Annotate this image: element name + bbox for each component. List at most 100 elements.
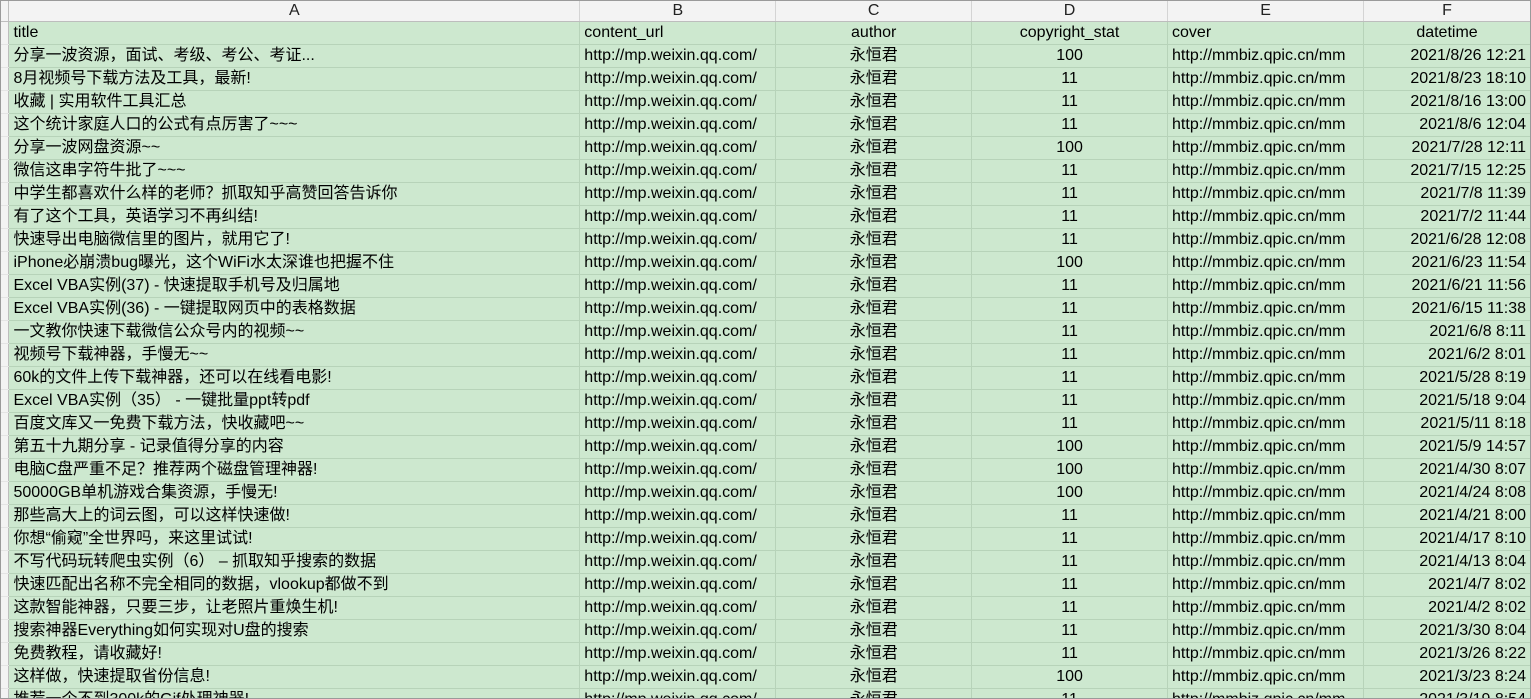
row-header[interactable] (0, 343, 10, 367)
cell-title[interactable]: 分享一波网盘资源~~ (8, 136, 581, 160)
row-header[interactable] (0, 412, 10, 436)
cell-title[interactable]: 电脑C盘严重不足？推荐两个磁盘管理神器! (8, 458, 581, 482)
row-header[interactable] (0, 44, 10, 68)
cell-author[interactable]: 永恒君 (775, 44, 973, 68)
cell-title[interactable]: 8月视频号下载方法及工具，最新! (8, 67, 581, 91)
cell-datetime[interactable]: 2021/4/2 8:02 (1363, 596, 1531, 620)
cell-author[interactable]: 永恒君 (775, 665, 973, 689)
cell-datetime[interactable]: 2021/3/19 8:54 (1363, 688, 1531, 699)
row-header[interactable] (0, 113, 10, 137)
cell-title[interactable]: 这款智能神器，只要三步，让老照片重焕生机! (8, 596, 581, 620)
cell-title[interactable]: 那些高大上的词云图，可以这样快速做! (8, 504, 581, 528)
cell-title[interactable]: 微信这串字符牛批了~~~ (8, 159, 581, 183)
cell-title[interactable]: 不写代码玩转爬虫实例（6） – 抓取知乎搜索的数据 (8, 550, 581, 574)
cell-copyright-stat[interactable]: 11 (971, 366, 1169, 390)
cell-copyright-stat[interactable]: 11 (971, 113, 1169, 137)
cell-title[interactable]: 推荐一个不到300k的Gif处理神器! (8, 688, 581, 699)
column-header-b[interactable]: B (579, 0, 777, 22)
cell-datetime[interactable]: 2021/5/18 9:04 (1363, 389, 1531, 413)
cell-author[interactable]: 永恒君 (775, 113, 973, 137)
cell-cover[interactable]: http://mmbiz.qpic.cn/mm (1167, 504, 1365, 528)
cell-title[interactable]: 60k的文件上传下载神器，还可以在线看电影! (8, 366, 581, 390)
cell-content-url[interactable]: http://mp.weixin.qq.com/ (579, 665, 777, 689)
cell-datetime[interactable]: 2021/5/9 14:57 (1363, 435, 1531, 459)
cell-author[interactable]: 永恒君 (775, 527, 973, 551)
cell-content-url[interactable]: http://mp.weixin.qq.com/ (579, 481, 777, 505)
row-header[interactable] (0, 366, 10, 390)
cell-title[interactable]: 你想“偷窥”全世界吗，来这里试试! (8, 527, 581, 551)
row-header[interactable] (0, 182, 10, 206)
cell-cover[interactable]: http://mmbiz.qpic.cn/mm (1167, 389, 1365, 413)
cell-cover[interactable]: http://mmbiz.qpic.cn/mm (1167, 665, 1365, 689)
header-cell-cover[interactable]: cover (1167, 21, 1365, 45)
cell-content-url[interactable]: http://mp.weixin.qq.com/ (579, 274, 777, 298)
row-header[interactable] (0, 619, 10, 643)
cell-content-url[interactable]: http://mp.weixin.qq.com/ (579, 458, 777, 482)
cell-copyright-stat[interactable]: 11 (971, 274, 1169, 298)
cell-copyright-stat[interactable]: 11 (971, 205, 1169, 229)
cell-datetime[interactable]: 2021/8/6 12:04 (1363, 113, 1531, 137)
cell-cover[interactable]: http://mmbiz.qpic.cn/mm (1167, 251, 1365, 275)
cell-copyright-stat[interactable]: 11 (971, 619, 1169, 643)
cell-cover[interactable]: http://mmbiz.qpic.cn/mm (1167, 481, 1365, 505)
cell-datetime[interactable]: 2021/6/8 8:11 (1363, 320, 1531, 344)
cell-content-url[interactable]: http://mp.weixin.qq.com/ (579, 642, 777, 666)
cell-author[interactable]: 永恒君 (775, 297, 973, 321)
cell-cover[interactable]: http://mmbiz.qpic.cn/mm (1167, 527, 1365, 551)
cell-title[interactable]: Excel VBA实例(37) - 快速提取手机号及归属地 (8, 274, 581, 298)
cell-content-url[interactable]: http://mp.weixin.qq.com/ (579, 366, 777, 390)
row-header[interactable] (0, 21, 10, 45)
cell-cover[interactable]: http://mmbiz.qpic.cn/mm (1167, 274, 1365, 298)
cell-content-url[interactable]: http://mp.weixin.qq.com/ (579, 113, 777, 137)
cell-datetime[interactable]: 2021/4/13 8:04 (1363, 550, 1531, 574)
cell-title[interactable]: 免费教程，请收藏好! (8, 642, 581, 666)
cell-author[interactable]: 永恒君 (775, 550, 973, 574)
row-header[interactable] (0, 435, 10, 459)
cell-title[interactable]: Excel VBA实例（35） - 一键批量ppt转pdf (8, 389, 581, 413)
cell-copyright-stat[interactable]: 100 (971, 251, 1169, 275)
cell-datetime[interactable]: 2021/3/26 8:22 (1363, 642, 1531, 666)
cell-datetime[interactable]: 2021/4/17 8:10 (1363, 527, 1531, 551)
cell-author[interactable]: 永恒君 (775, 642, 973, 666)
cell-title[interactable]: 分享一波资源，面试、考级、考公、考证... (8, 44, 581, 68)
row-header[interactable] (0, 228, 10, 252)
cell-content-url[interactable]: http://mp.weixin.qq.com/ (579, 90, 777, 114)
cell-content-url[interactable]: http://mp.weixin.qq.com/ (579, 297, 777, 321)
cell-copyright-stat[interactable]: 100 (971, 665, 1169, 689)
cell-cover[interactable]: http://mmbiz.qpic.cn/mm (1167, 320, 1365, 344)
cell-content-url[interactable]: http://mp.weixin.qq.com/ (579, 527, 777, 551)
cell-author[interactable]: 永恒君 (775, 688, 973, 699)
cell-author[interactable]: 永恒君 (775, 481, 973, 505)
column-header-a[interactable]: A (8, 0, 581, 22)
row-header[interactable] (0, 527, 10, 551)
header-cell-content-url[interactable]: content_url (579, 21, 777, 45)
cell-title[interactable]: 这样做，快速提取省份信息! (8, 665, 581, 689)
cell-copyright-stat[interactable]: 11 (971, 297, 1169, 321)
cell-title[interactable]: 搜索神器Everything如何实现对U盘的搜索 (8, 619, 581, 643)
cell-datetime[interactable]: 2021/6/15 11:38 (1363, 297, 1531, 321)
row-header[interactable] (0, 297, 10, 321)
column-header-e[interactable]: E (1167, 0, 1365, 22)
cell-author[interactable]: 永恒君 (775, 159, 973, 183)
row-header[interactable] (0, 642, 10, 666)
cell-content-url[interactable]: http://mp.weixin.qq.com/ (579, 205, 777, 229)
cell-cover[interactable]: http://mmbiz.qpic.cn/mm (1167, 159, 1365, 183)
row-header[interactable] (0, 481, 10, 505)
cell-author[interactable]: 永恒君 (775, 251, 973, 275)
cell-copyright-stat[interactable]: 11 (971, 573, 1169, 597)
row-header[interactable] (0, 504, 10, 528)
cell-copyright-stat[interactable]: 100 (971, 435, 1169, 459)
row-header[interactable] (0, 320, 10, 344)
cell-cover[interactable]: http://mmbiz.qpic.cn/mm (1167, 435, 1365, 459)
row-header[interactable] (0, 136, 10, 160)
cell-cover[interactable]: http://mmbiz.qpic.cn/mm (1167, 67, 1365, 91)
cell-content-url[interactable]: http://mp.weixin.qq.com/ (579, 412, 777, 436)
cell-content-url[interactable]: http://mp.weixin.qq.com/ (579, 343, 777, 367)
cell-author[interactable]: 永恒君 (775, 136, 973, 160)
cell-cover[interactable]: http://mmbiz.qpic.cn/mm (1167, 205, 1365, 229)
row-header[interactable] (0, 251, 10, 275)
cell-datetime[interactable]: 2021/7/28 12:11 (1363, 136, 1531, 160)
cell-datetime[interactable]: 2021/6/21 11:56 (1363, 274, 1531, 298)
cell-copyright-stat[interactable]: 11 (971, 412, 1169, 436)
cell-content-url[interactable]: http://mp.weixin.qq.com/ (579, 136, 777, 160)
